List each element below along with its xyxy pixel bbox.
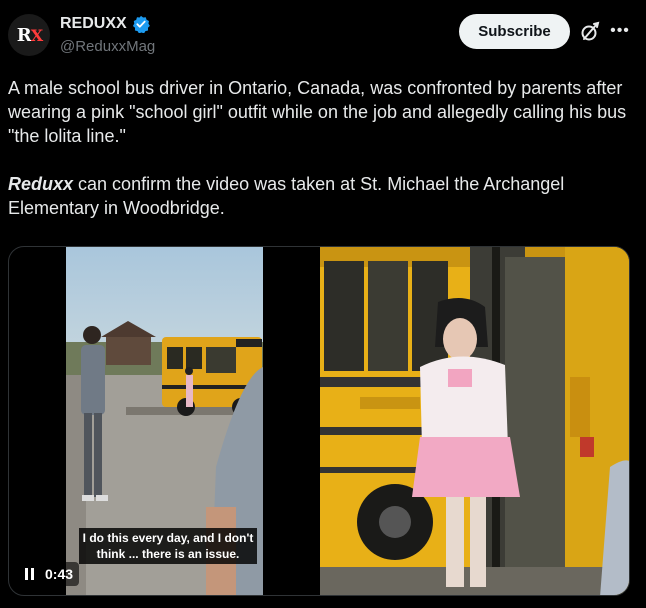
video-timestamp: 0:43 [45,566,74,582]
verified-badge-icon [132,15,150,33]
pause-icon[interactable] [25,567,37,581]
video-controls[interactable]: 0:43 [19,562,80,586]
video-frame-right [320,247,629,595]
post-paragraph-2: Reduxx can confirm the video was taken a… [8,172,633,220]
video-player[interactable]: I do this every day, and I don't think .… [8,246,630,596]
subscribe-button[interactable]: Subscribe [459,14,570,49]
post-text: A male school bus driver in Ontario, Can… [8,76,633,244]
post-paragraph-1: A male school bus driver in Ontario, Can… [8,78,627,146]
author-handle[interactable]: @ReduxxMag [60,38,155,55]
publication-name: Reduxx [8,174,74,194]
avatar[interactable]: RX [8,14,50,56]
author-display-name[interactable]: REDUXX [60,15,127,33]
more-options-icon[interactable]: ••• [609,20,631,42]
post-header: RX REDUXX @ReduxxMag Subscribe ••• [0,0,646,70]
author-name-row[interactable]: REDUXX [60,15,150,33]
video-caption: I do this every day, and I don't think .… [79,528,257,564]
grok-icon[interactable] [579,21,601,43]
post-paragraph-2-text: can confirm the video was taken at St. M… [8,174,565,218]
